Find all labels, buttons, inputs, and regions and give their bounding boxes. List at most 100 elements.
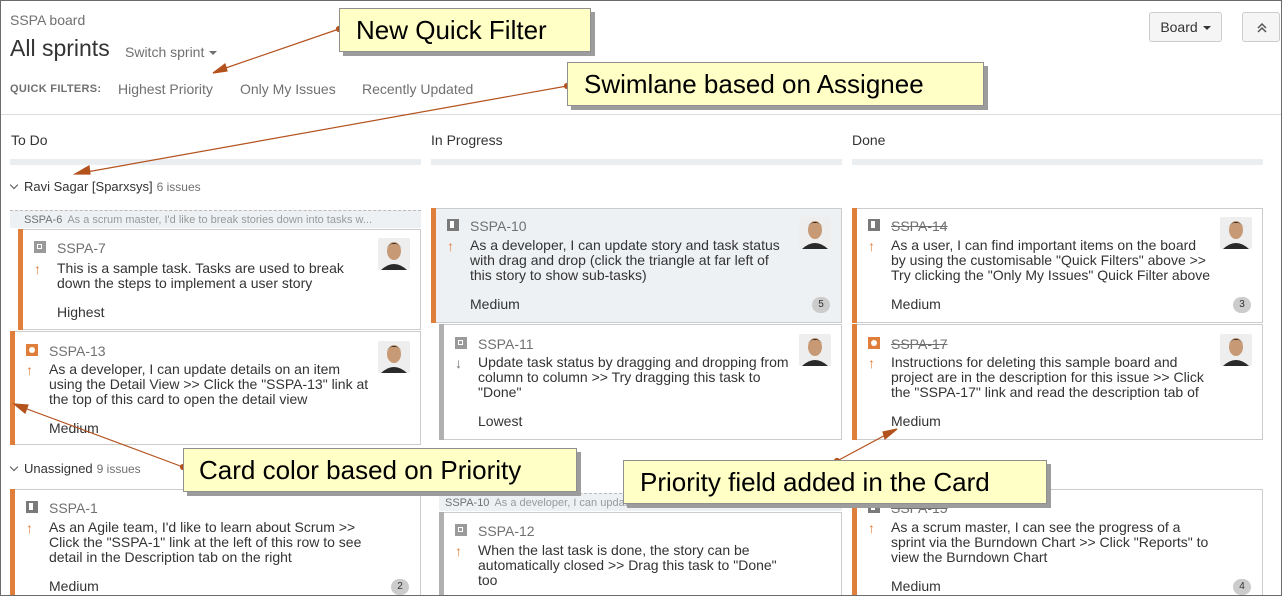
- issue-key[interactable]: SSPA-12: [478, 523, 535, 539]
- summary-line: As a scrum master, I can see the progres…: [891, 519, 1181, 535]
- board-name: SSPA board: [10, 12, 86, 28]
- issue-key[interactable]: SSPA-1: [49, 500, 98, 516]
- parent-summary: As a scrum master, I'd like to break sto…: [67, 214, 373, 226]
- priority-arrow-down-icon: ↓: [455, 355, 462, 371]
- issue-key[interactable]: SSPA-11: [478, 336, 534, 352]
- assignee-avatar: [1220, 217, 1252, 249]
- collapse-header-button[interactable]: [1242, 12, 1280, 42]
- task-type-icon: [34, 241, 46, 253]
- summary-line: Click the "SSPA-1" link at the left of t…: [49, 534, 362, 550]
- summary-line: detail in the Description tab on the rig…: [49, 549, 292, 565]
- issue-card[interactable]: SSPA-13 ↑ As a developer, I can update d…: [10, 331, 421, 445]
- priority-color-stripe: [10, 489, 15, 595]
- callout-card-color: Card color based on Priority: [183, 448, 577, 492]
- parent-story-bar[interactable]: SSPA-6 As a scrum master, I'd like to bre…: [10, 210, 421, 228]
- callout-new-quick-filter: New Quick Filter: [339, 8, 591, 52]
- task-type-icon: [455, 524, 467, 536]
- priority-color-stripe: [18, 229, 23, 330]
- priority-arrow-up-icon: ↑: [26, 362, 33, 378]
- summary-line: this story to show sub-tasks): [470, 267, 647, 283]
- summary-line: too: [478, 572, 498, 588]
- avatar-face-icon: [1223, 221, 1249, 249]
- priority-color-stripe: [10, 331, 15, 445]
- summary-line: Instructions for deleting this sample bo…: [891, 354, 1178, 370]
- issue-key[interactable]: SSPA-7: [57, 240, 106, 256]
- avatar-face-icon: [381, 345, 407, 373]
- summary-line: by using the customisable "Quick Filters…: [891, 252, 1206, 268]
- pointer-line: [216, 28, 340, 72]
- summary-line: As an Agile team, I'd like to learn abou…: [49, 519, 356, 535]
- quick-filter-recently-updated[interactable]: Recently Updated: [362, 81, 473, 97]
- summary-line: with drag and drop (click the triangle a…: [470, 252, 769, 268]
- quick-filter-only-my-issues[interactable]: Only My Issues: [240, 81, 336, 97]
- priority-field: Medium: [470, 296, 520, 312]
- priority-color-stripe: [852, 489, 857, 595]
- assignee-avatar: [799, 217, 831, 249]
- summary-line: Update task status by dragging and dropp…: [478, 354, 789, 370]
- summary-line: As a developer, I can update story and t…: [470, 237, 780, 253]
- assignee-avatar: [378, 341, 410, 373]
- story-type-icon: [447, 219, 459, 231]
- priority-arrow-up-icon: ↑: [868, 355, 875, 371]
- issue-card[interactable]: SSPA-17 ↑ Instructions for deleting this…: [852, 324, 1263, 440]
- issue-card[interactable]: SSPA-11 ↓ Update task status by dragging…: [439, 324, 842, 440]
- swimlane-header-unassigned[interactable]: Unassigned 9 issues: [9, 461, 141, 476]
- priority-arrow-up-icon: ↑: [868, 238, 875, 254]
- swimlane-count: 9 issues: [96, 462, 141, 476]
- swimlane-header-ravi[interactable]: Ravi Sagar [Sparxsys] 6 issues: [9, 179, 201, 194]
- sprint-title: All sprints: [10, 35, 110, 61]
- column-header-todo: To Do: [11, 132, 48, 148]
- summary-line: the top of this card to open the detail …: [49, 391, 308, 407]
- double-chevron-up-icon: [1257, 22, 1267, 33]
- issue-card[interactable]: SSPA-10 ↑ As a developer, I can update s…: [431, 208, 842, 323]
- issue-key[interactable]: SSPA-13: [49, 343, 106, 359]
- issue-key[interactable]: SSPA-17: [891, 336, 948, 352]
- assignee-avatar: [799, 334, 831, 366]
- summary-line: "Done": [478, 384, 522, 400]
- priority-color-stripe: [852, 208, 857, 323]
- summary-line: When the last task is done, the story ca…: [478, 542, 750, 558]
- switch-sprint-button[interactable]: Switch sprint: [125, 44, 218, 60]
- priority-color-stripe: [852, 324, 857, 440]
- callout-priority-field: Priority field added in the Card: [623, 460, 1047, 504]
- callout-swimlane: Swimlane based on Assignee: [567, 62, 984, 106]
- issue-card[interactable]: SSPA-7 ↑ This is a sample task. Tasks ar…: [18, 229, 421, 330]
- priority-field: Medium: [891, 578, 941, 594]
- board-button[interactable]: Board: [1149, 12, 1222, 42]
- issue-key[interactable]: SSPA-10: [470, 218, 527, 234]
- bug-type-icon: [868, 337, 880, 349]
- issue-card[interactable]: SSPA-12 ↑ When the last task is done, th…: [439, 512, 842, 595]
- avatar-face-icon: [1223, 338, 1249, 366]
- issue-card[interactable]: SSPA-1 ↑ As an Agile team, I'd like to l…: [10, 489, 421, 595]
- summary-line: automatically closed >> Drag this task t…: [478, 557, 777, 573]
- priority-field: Lowest: [478, 413, 523, 429]
- priority-field: Medium: [891, 296, 941, 312]
- column-header-done: Done: [852, 132, 886, 148]
- switch-sprint-label: Switch sprint: [125, 44, 205, 60]
- issue-card[interactable]: SSPA-14 ↑ As a user, I can find importan…: [852, 208, 1263, 323]
- chevron-down-icon: [209, 51, 218, 56]
- summary-line: down the steps to implement a user story: [57, 275, 313, 291]
- priority-color-stripe: [431, 208, 436, 323]
- priority-arrow-up-icon: ↑: [34, 261, 41, 277]
- issue-key[interactable]: SSPA-14: [891, 218, 948, 234]
- summary-line: view the Burndown Chart: [891, 549, 1048, 565]
- chevron-down-icon: [9, 462, 19, 472]
- board-button-label: Board: [1160, 19, 1198, 35]
- quick-filters-label: QUICK FILTERS:: [10, 83, 102, 95]
- priority-field: Highest: [57, 304, 105, 320]
- subtask-count-badge: 3: [1233, 297, 1251, 313]
- summary-line: As a developer, I can update details on …: [49, 361, 341, 377]
- swimlane-count: 6 issues: [156, 180, 201, 194]
- pointer-arrowhead: [212, 62, 228, 74]
- subtask-count-badge: 5: [812, 297, 830, 313]
- column-bar-done: [852, 159, 1263, 165]
- column-bar-in-progress: [431, 159, 842, 165]
- issue-card[interactable]: SSPA-15 ↑ As a scrum master, I can see t…: [852, 489, 1263, 595]
- priority-color-stripe: [439, 324, 444, 440]
- avatar-face-icon: [802, 221, 828, 249]
- quick-filter-highest-priority[interactable]: Highest Priority: [118, 81, 213, 97]
- subtask-count-badge: 4: [1233, 579, 1251, 595]
- priority-arrow-up-icon: ↑: [868, 520, 875, 536]
- priority-field: Medium: [891, 413, 941, 429]
